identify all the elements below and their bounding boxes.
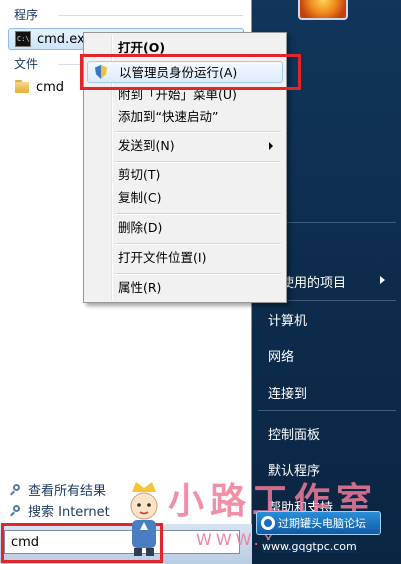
menu-item-properties[interactable]: 属性(R) bbox=[87, 277, 283, 299]
menu-item-delete[interactable]: 删除(D) bbox=[87, 217, 283, 239]
mascot-watermark bbox=[130, 482, 158, 556]
menu-separator bbox=[115, 243, 281, 245]
menu-separator bbox=[115, 161, 281, 163]
context-menu: 打开(O) 以管理员身份运行(A) 附到「开始」菜单(U) 添加到“快速启动” … bbox=[83, 32, 287, 303]
programs-group-header: 程序 bbox=[14, 8, 39, 22]
menu-item-run-as-admin[interactable]: 以管理员身份运行(A) bbox=[87, 61, 283, 83]
search-icon bbox=[10, 504, 22, 517]
see-all-results-link[interactable]: 查看所有结果 bbox=[10, 480, 106, 499]
see-all-results-label: 查看所有结果 bbox=[28, 484, 107, 499]
menu-item-label: 删除(D) bbox=[118, 220, 163, 235]
chevron-right-icon bbox=[269, 142, 273, 150]
right-item-network[interactable]: 网络 bbox=[268, 346, 294, 365]
menu-item-label: 复制(C) bbox=[118, 190, 162, 205]
result-label: cmd bbox=[36, 79, 65, 95]
menu-item-open[interactable]: 打开(O) bbox=[87, 37, 283, 59]
menu-item-label: 发送到(N) bbox=[118, 138, 175, 153]
right-item-control-panel[interactable]: 控制面板 bbox=[268, 424, 320, 443]
user-picture[interactable] bbox=[298, 0, 348, 20]
menu-item-label: 打开文件位置(I) bbox=[118, 250, 207, 265]
uac-shield-icon bbox=[95, 65, 107, 79]
search-icon bbox=[10, 483, 22, 496]
menu-item-pin-start[interactable]: 附到「开始」菜单(U) bbox=[87, 84, 283, 106]
menu-item-cut[interactable]: 剪切(T) bbox=[87, 164, 283, 186]
forum-badge: 过期罐头电脑论坛 bbox=[256, 511, 381, 535]
menu-separator bbox=[115, 273, 281, 275]
right-item-connect-to[interactable]: 连接到 bbox=[268, 383, 307, 402]
menu-item-label: 打开(O) bbox=[118, 40, 166, 55]
menu-item-send-to[interactable]: 发送到(N) bbox=[87, 135, 283, 157]
menu-item-label: 以管理员身份运行(A) bbox=[119, 65, 238, 80]
search-input[interactable] bbox=[9, 531, 213, 553]
right-divider bbox=[258, 410, 396, 411]
menu-item-label: 属性(R) bbox=[118, 280, 162, 295]
search-internet-label: 搜索 Internet bbox=[28, 505, 110, 520]
folder-icon bbox=[14, 79, 30, 95]
menu-separator bbox=[115, 213, 281, 215]
menu-item-label: 剪切(T) bbox=[118, 167, 161, 182]
forum-badge-text: 过期罐头电脑论坛 bbox=[278, 517, 366, 530]
menu-separator bbox=[115, 131, 281, 133]
menu-item-label: 添加到“快速启动” bbox=[118, 109, 219, 124]
chevron-right-icon bbox=[380, 276, 385, 284]
menu-item-label: 附到「开始」菜单(U) bbox=[118, 87, 237, 102]
forum-logo-icon bbox=[261, 516, 275, 530]
forum-badge-url: www.gqgtpc.com bbox=[262, 540, 357, 553]
menu-item-open-file-location[interactable]: 打开文件位置(I) bbox=[87, 247, 283, 269]
files-group-header: 文件 bbox=[14, 57, 39, 71]
menu-item-add-quick-launch[interactable]: 添加到“快速启动” bbox=[87, 106, 283, 128]
menu-item-copy[interactable]: 复制(C) bbox=[87, 187, 283, 209]
right-item-computer[interactable]: 计算机 bbox=[268, 310, 307, 329]
search-internet-link[interactable]: 搜索 Internet bbox=[10, 501, 110, 520]
cmd-icon: C:\ bbox=[15, 31, 31, 47]
programs-divider bbox=[58, 15, 243, 16]
